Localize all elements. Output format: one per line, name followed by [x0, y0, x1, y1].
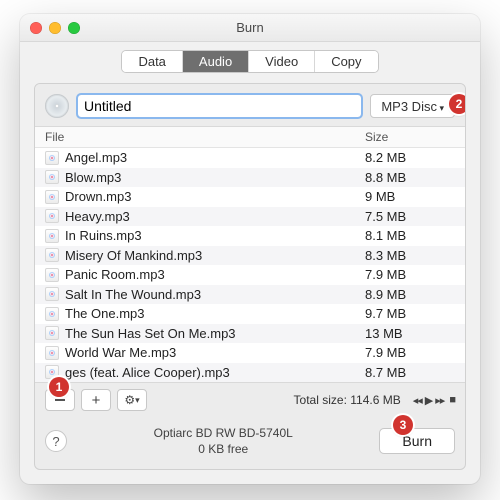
file-name: Drown.mp3	[65, 189, 365, 204]
file-icon	[45, 287, 59, 301]
drive-free: 0 KB free	[67, 441, 379, 457]
close-icon[interactable]	[30, 22, 42, 34]
mode-tabs: Data Audio Video Copy	[20, 42, 480, 83]
table-row[interactable]: The Sun Has Set On Me.mp313 MB	[35, 324, 465, 344]
total-size: Total size: 114.6 MB	[294, 393, 401, 407]
table-row[interactable]: In Ruins.mp38.1 MB	[35, 226, 465, 246]
burn-window: Burn Data Audio Video Copy MP3 Disc 2 Fi…	[20, 14, 480, 484]
next-track-icon[interactable]: ▸▸	[435, 394, 444, 407]
file-icon	[45, 170, 59, 184]
transport-controls[interactable]: ◂◂ ▶ ▸▸ ■	[413, 394, 455, 407]
file-name: The Sun Has Set On Me.mp3	[65, 326, 365, 341]
file-name: ges (feat. Alice Cooper).mp3	[65, 365, 365, 380]
disc-icon	[45, 94, 69, 118]
file-icon	[45, 248, 59, 262]
play-icon[interactable]: ▶	[425, 394, 432, 407]
file-name: World War Me.mp3	[65, 345, 365, 360]
tab-video[interactable]: Video	[249, 51, 315, 72]
file-size: 7.5 MB	[365, 209, 455, 224]
file-size: 8.7 MB	[365, 365, 455, 380]
file-icon	[45, 307, 59, 321]
table-body: Angel.mp38.2 MBBlow.mp38.8 MBDrown.mp39 …	[35, 148, 465, 382]
content-panel: MP3 Disc 2 File Size Angel.mp38.2 MBBlow…	[34, 83, 466, 470]
file-name: Heavy.mp3	[65, 209, 365, 224]
window-title: Burn	[236, 20, 263, 35]
table-header: File Size	[35, 127, 465, 148]
table-row[interactable]: The One.mp39.7 MB	[35, 304, 465, 324]
stop-icon[interactable]: ■	[447, 394, 455, 407]
total-size-label: Total size:	[294, 393, 347, 407]
file-icon	[45, 229, 59, 243]
table-row[interactable]: ges (feat. Alice Cooper).mp38.7 MB	[35, 363, 465, 383]
add-button[interactable]: +	[81, 389, 111, 411]
tab-audio[interactable]: Audio	[183, 51, 249, 72]
table-row[interactable]: Panic Room.mp37.9 MB	[35, 265, 465, 285]
file-icon	[45, 326, 59, 340]
prev-track-icon[interactable]: ◂◂	[413, 394, 422, 407]
total-size-value: 114.6 MB	[350, 393, 400, 407]
file-name: The One.mp3	[65, 306, 365, 321]
file-size: 9.7 MB	[365, 306, 455, 321]
table-row[interactable]: Angel.mp38.2 MB	[35, 148, 465, 168]
table-toolbar: + Total size: 114.6 MB ◂◂ ▶ ▸▸ ■ 1	[35, 383, 465, 417]
file-icon	[45, 151, 59, 165]
file-icon	[45, 346, 59, 360]
action-menu-button[interactable]	[117, 389, 147, 411]
callout-1: 1	[49, 377, 69, 397]
titlebar: Burn	[20, 14, 480, 42]
footer: ? Optiarc BD RW BD-5740L 0 KB free Burn …	[35, 417, 465, 469]
file-table: File Size Angel.mp38.2 MBBlow.mp38.8 MBD…	[35, 126, 465, 383]
callout-2: 2	[449, 94, 466, 114]
minimize-icon[interactable]	[49, 22, 61, 34]
burn-button[interactable]: Burn	[379, 428, 455, 454]
col-file[interactable]: File	[45, 130, 365, 144]
table-row[interactable]: World War Me.mp37.9 MB	[35, 343, 465, 363]
table-row[interactable]: Salt In The Wound.mp38.9 MB	[35, 285, 465, 305]
file-size: 8.3 MB	[365, 248, 455, 263]
file-name: Blow.mp3	[65, 170, 365, 185]
window-controls	[30, 22, 80, 34]
file-size: 8.9 MB	[365, 287, 455, 302]
file-size: 7.9 MB	[365, 267, 455, 282]
help-button[interactable]: ?	[45, 430, 67, 452]
file-size: 8.1 MB	[365, 228, 455, 243]
disc-title-input[interactable]	[77, 94, 362, 118]
file-name: Misery Of Mankind.mp3	[65, 248, 365, 263]
file-icon	[45, 209, 59, 223]
drive-info: Optiarc BD RW BD-5740L 0 KB free	[67, 425, 379, 457]
file-size: 8.8 MB	[365, 170, 455, 185]
drive-name: Optiarc BD RW BD-5740L	[67, 425, 379, 441]
table-row[interactable]: Heavy.mp37.5 MB	[35, 207, 465, 227]
disc-type-button[interactable]: MP3 Disc	[370, 94, 455, 118]
tab-copy[interactable]: Copy	[315, 51, 377, 72]
file-name: In Ruins.mp3	[65, 228, 365, 243]
file-icon	[45, 268, 59, 282]
tab-data[interactable]: Data	[122, 51, 182, 72]
file-size: 7.9 MB	[365, 345, 455, 360]
file-size: 9 MB	[365, 189, 455, 204]
zoom-icon[interactable]	[68, 22, 80, 34]
file-name: Salt In The Wound.mp3	[65, 287, 365, 302]
file-size: 8.2 MB	[365, 150, 455, 165]
col-size[interactable]: Size	[365, 130, 455, 144]
file-name: Panic Room.mp3	[65, 267, 365, 282]
file-name: Angel.mp3	[65, 150, 365, 165]
table-row[interactable]: Drown.mp39 MB	[35, 187, 465, 207]
file-icon	[45, 190, 59, 204]
table-row[interactable]: Blow.mp38.8 MB	[35, 168, 465, 188]
file-size: 13 MB	[365, 326, 455, 341]
table-row[interactable]: Misery Of Mankind.mp38.3 MB	[35, 246, 465, 266]
callout-3: 3	[393, 415, 413, 435]
